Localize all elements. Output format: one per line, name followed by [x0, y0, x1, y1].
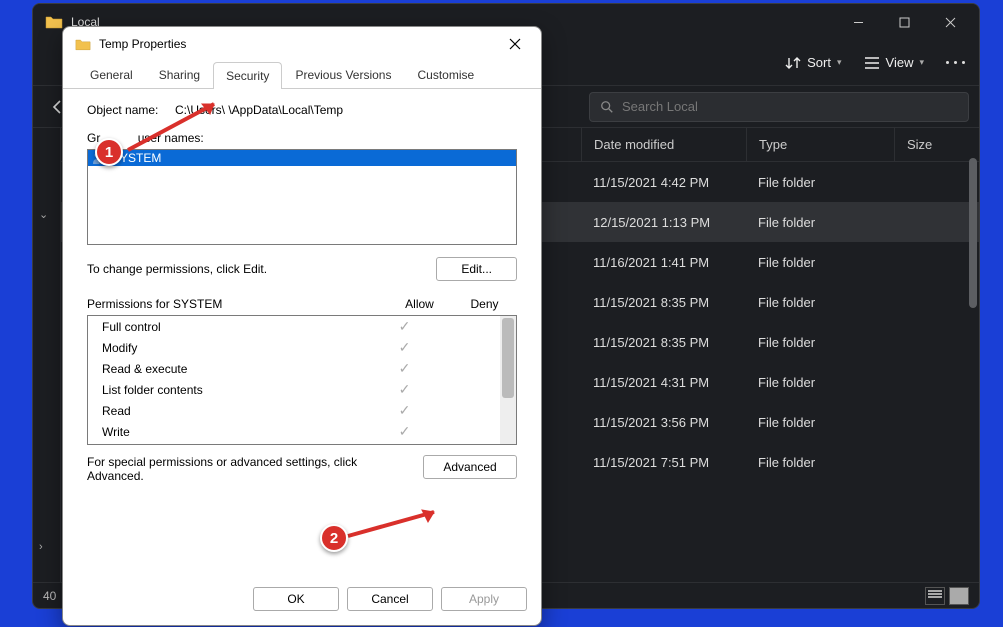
minimize-button[interactable]: [835, 7, 881, 37]
tree-expand-icon[interactable]: ⌄: [39, 208, 60, 221]
cell-type: File folder: [746, 295, 894, 310]
edit-hint-text: To change permissions, click Edit.: [87, 262, 428, 276]
allow-column-header: Allow: [387, 297, 452, 311]
tab-general[interactable]: General: [77, 61, 146, 88]
tab-customise[interactable]: Customise: [404, 61, 487, 88]
nav-tree: ⌄ ›: [33, 128, 61, 582]
tree-expand-icon[interactable]: ›: [39, 541, 60, 553]
view-icon: [864, 55, 880, 71]
permission-row: Modify✓: [88, 337, 516, 358]
edit-button[interactable]: Edit...: [436, 257, 517, 281]
allow-check-icon: ✓: [372, 318, 437, 335]
ok-button[interactable]: OK: [253, 587, 339, 611]
item-count: 40: [43, 589, 56, 603]
permission-name: Write: [102, 425, 372, 439]
permission-name: List folder contents: [102, 383, 372, 397]
permission-row: Read & execute✓: [88, 358, 516, 379]
ellipsis-icon: [946, 61, 965, 64]
column-date[interactable]: Date modified: [581, 128, 746, 161]
permission-row: List folder contents✓: [88, 379, 516, 400]
tab-previous-versions[interactable]: Previous Versions: [282, 61, 404, 88]
permission-name: Modify: [102, 341, 372, 355]
cell-type: File folder: [746, 375, 894, 390]
permission-name: Full control: [102, 320, 372, 334]
cell-date: 11/15/2021 8:35 PM: [581, 335, 746, 350]
dialog-title: Temp Properties: [99, 37, 493, 51]
view-icons-toggle[interactable]: [949, 587, 969, 605]
advanced-button[interactable]: Advanced: [423, 455, 517, 479]
sort-icon: [785, 55, 801, 71]
cell-type: File folder: [746, 415, 894, 430]
cell-type: File folder: [746, 255, 894, 270]
view-details-toggle[interactable]: [925, 587, 945, 605]
permissions-list: Full control✓Modify✓Read & execute✓List …: [87, 315, 517, 445]
permission-row: Write✓: [88, 421, 516, 442]
annotation-arrow-1: [122, 96, 232, 156]
apply-button[interactable]: Apply: [441, 587, 527, 611]
cell-date: 12/15/2021 1:13 PM: [581, 215, 746, 230]
column-type[interactable]: Type: [746, 128, 894, 161]
close-button[interactable]: [927, 7, 973, 37]
allow-check-icon: ✓: [372, 402, 437, 419]
allow-check-icon: ✓: [372, 423, 437, 440]
more-menu[interactable]: [946, 61, 965, 64]
permission-row: Full control✓: [88, 316, 516, 337]
cell-date: 11/15/2021 8:35 PM: [581, 295, 746, 310]
allow-check-icon: ✓: [372, 339, 437, 356]
cell-date: 11/15/2021 4:42 PM: [581, 175, 746, 190]
chevron-down-icon: ▾: [837, 57, 842, 68]
tab-security[interactable]: Security: [213, 62, 282, 89]
allow-check-icon: ✓: [372, 360, 437, 377]
folder-icon: [45, 15, 63, 29]
cell-date: 11/16/2021 1:41 PM: [581, 255, 746, 270]
annotation-badge-1: 1: [95, 138, 123, 166]
cell-date: 11/15/2021 3:56 PM: [581, 415, 746, 430]
search-input[interactable]: [622, 99, 958, 114]
advanced-hint-text: For special permissions or advanced sett…: [87, 455, 415, 483]
annotation-arrow-2: [342, 504, 452, 544]
security-tab-content: Object name: C:\Users\ \AppData\Local\Te…: [63, 89, 541, 577]
permission-name: Read & execute: [102, 362, 372, 376]
cell-date: 11/15/2021 7:51 PM: [581, 455, 746, 470]
cell-date: 11/15/2021 4:31 PM: [581, 375, 746, 390]
annotation-badge-2: 2: [320, 524, 348, 552]
tab-sharing[interactable]: Sharing: [146, 61, 213, 88]
chevron-down-icon: ▾: [919, 57, 924, 68]
cell-type: File folder: [746, 455, 894, 470]
users-list[interactable]: SYSTEM: [87, 149, 517, 245]
folder-icon: [75, 38, 91, 51]
permission-name: Read: [102, 404, 372, 418]
cell-type: File folder: [746, 175, 894, 190]
dialog-close-button[interactable]: [501, 30, 529, 58]
view-command[interactable]: View ▾: [864, 55, 924, 71]
sort-command[interactable]: Sort ▾: [785, 55, 841, 71]
allow-check-icon: ✓: [372, 381, 437, 398]
cancel-button[interactable]: Cancel: [347, 587, 433, 611]
deny-column-header: Deny: [452, 297, 517, 311]
cell-type: File folder: [746, 335, 894, 350]
maximize-button[interactable]: [881, 7, 927, 37]
dialog-titlebar: Temp Properties: [63, 27, 541, 61]
permission-row: Read✓: [88, 400, 516, 421]
permissions-for-label: Permissions for SYSTEM: [87, 297, 387, 311]
cell-type: File folder: [746, 215, 894, 230]
scrollbar[interactable]: [969, 158, 977, 308]
tabs: GeneralSharingSecurityPrevious VersionsC…: [63, 61, 541, 89]
search-icon: [600, 100, 614, 114]
search-box[interactable]: [589, 92, 969, 122]
dialog-buttons: OK Cancel Apply: [63, 577, 541, 625]
column-size[interactable]: Size: [894, 128, 974, 161]
scrollbar[interactable]: [500, 316, 516, 444]
